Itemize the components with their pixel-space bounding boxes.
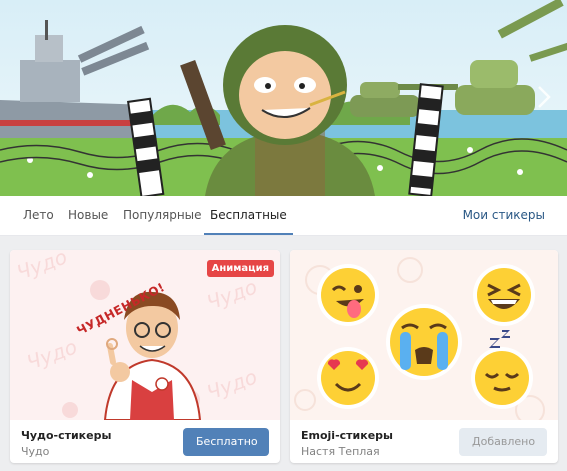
- sticker-pack-preview: [290, 250, 558, 425]
- get-free-button[interactable]: Бесплатно: [183, 428, 269, 456]
- banner-next-button[interactable]: [531, 80, 557, 114]
- chevron-right-icon: [538, 86, 551, 108]
- banner-illustration: [0, 0, 567, 196]
- emoji-sticker-art: [290, 250, 558, 425]
- tab-summer[interactable]: Лето: [23, 196, 54, 235]
- sticker-pack-card[interactable]: Чудо Чудо Чудо Чудо ЧУДНЕНЬКО! Анимация …: [10, 250, 280, 463]
- tab-free[interactable]: Бесплатные: [204, 196, 293, 235]
- added-button: Добавлено: [459, 428, 547, 456]
- sticker-pack-author: Чудо: [21, 445, 50, 458]
- sticker-pack-author: Настя Теплая: [301, 445, 380, 458]
- promo-banner[interactable]: [0, 0, 567, 196]
- animation-badge: Анимация: [206, 260, 274, 277]
- tab-new[interactable]: Новые: [68, 196, 108, 235]
- my-stickers-link[interactable]: Мои стикеры: [463, 196, 545, 235]
- sticker-pack-card[interactable]: Emoji-стикеры Настя Теплая Добавлено: [290, 250, 558, 463]
- sticker-pack-name: Emoji-стикеры: [301, 429, 393, 442]
- sticker-pack-name: Чудо-стикеры: [21, 429, 112, 442]
- catalog-tabs: Лето Новые Популярные Бесплатные Мои сти…: [0, 196, 567, 236]
- tab-popular[interactable]: Популярные: [123, 196, 202, 235]
